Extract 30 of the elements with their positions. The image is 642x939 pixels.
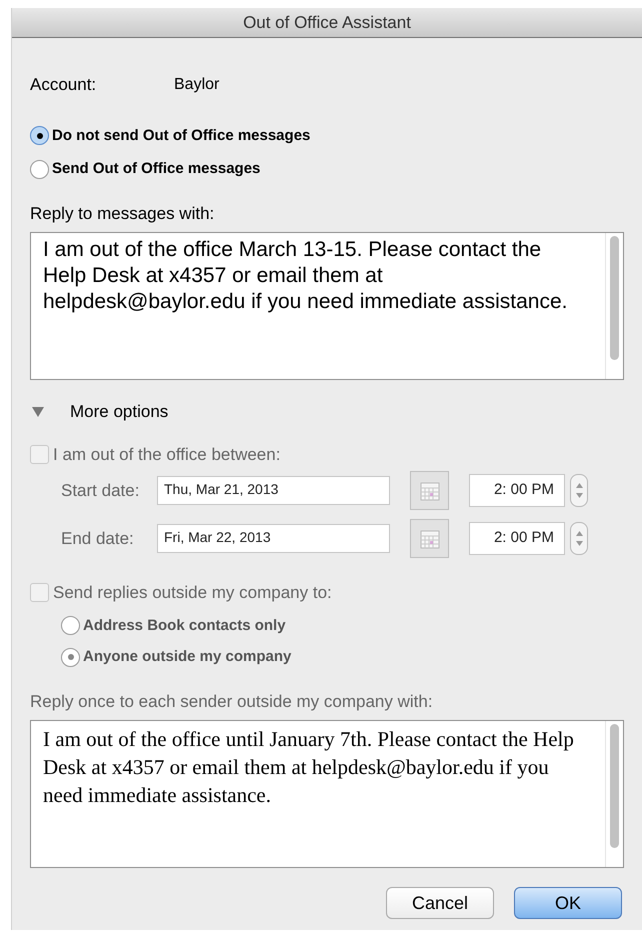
radio-option[interactable]: Send Out of Office messages xyxy=(30,158,624,180)
radio-button[interactable] xyxy=(30,160,49,179)
ok-button[interactable]: OK xyxy=(514,887,622,919)
calendar-icon xyxy=(418,528,440,550)
down-arrow-icon xyxy=(576,541,582,546)
up-arrow-icon xyxy=(576,531,582,536)
window-title: Out of Office Assistant xyxy=(243,12,411,34)
calendar-icon xyxy=(418,480,440,502)
date-label: End date: xyxy=(60,528,135,550)
scrollbar-thumb[interactable] xyxy=(610,236,619,360)
outside-label: Send replies outside my company to: xyxy=(53,582,332,604)
date-label: Start date: xyxy=(60,480,140,502)
calendar-button[interactable] xyxy=(410,471,449,510)
time-stepper[interactable] xyxy=(570,522,588,555)
up-arrow-icon xyxy=(576,483,582,488)
radio-button[interactable] xyxy=(30,126,49,146)
triangle-icon xyxy=(32,406,44,417)
radio-option[interactable]: Do not send Out of Office messages xyxy=(30,124,624,147)
scrollbar-thumb[interactable] xyxy=(610,724,619,848)
account-value: Baylor xyxy=(174,74,220,95)
cancel-button[interactable]: Cancel xyxy=(386,887,494,919)
account-label: Account: xyxy=(30,74,98,96)
outside-reply-label: Reply once to each sender outside my company with: xyxy=(30,690,434,712)
more-options-label: More options xyxy=(70,401,168,423)
reply-message-field[interactable]: I am out of the office March 13-15. Please contact the Help Desk at x4357 or email them at helpdesk@baylor.edu if you need immediate assistance. xyxy=(30,232,624,380)
down-arrow-icon xyxy=(576,493,582,498)
time-stepper[interactable] xyxy=(570,474,588,507)
reply-label: Reply to messages with: xyxy=(30,202,216,224)
calendar-button[interactable] xyxy=(410,519,449,558)
date-range-label: I am out of the office between: xyxy=(53,444,280,466)
